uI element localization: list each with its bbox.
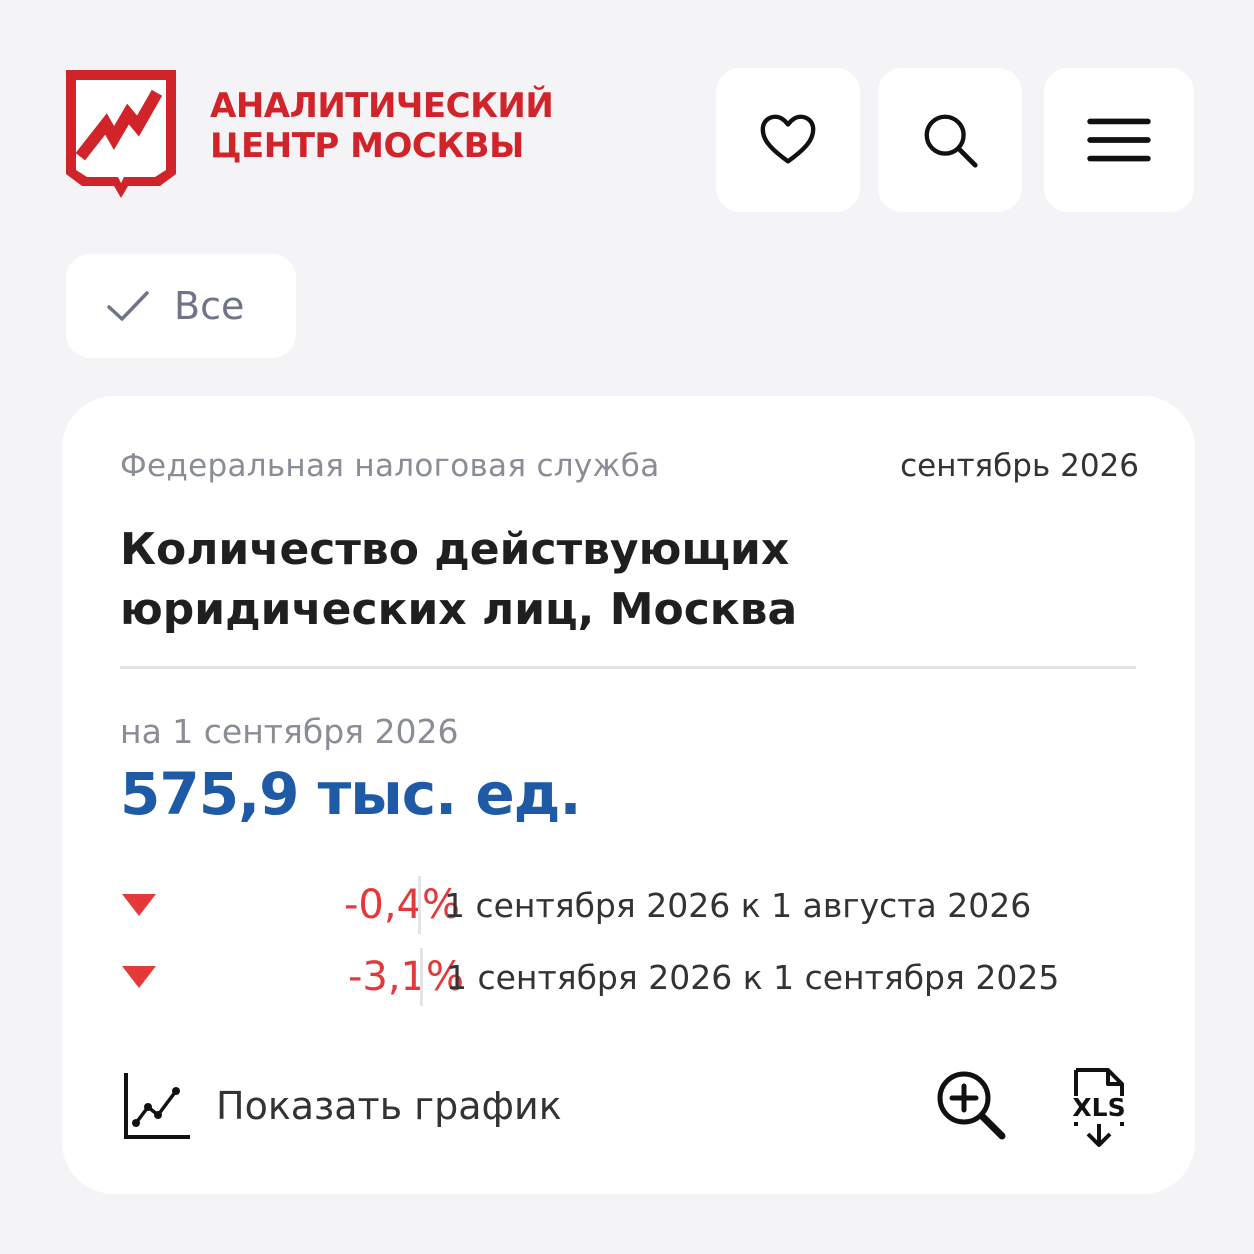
change-percent: -0,4% <box>343 882 460 928</box>
data-period: сентябрь 2026 <box>900 448 1139 484</box>
search-button[interactable] <box>878 68 1022 212</box>
menu-button[interactable] <box>1044 68 1194 212</box>
svg-text:XLS: XLS <box>1072 1093 1125 1122</box>
check-icon <box>107 291 149 321</box>
xls-download-icon[interactable]: XLS <box>1064 1066 1134 1150</box>
triangle-down-icon <box>122 966 156 988</box>
brand-name-line1: АНАЛИТИЧЕСКИЙ <box>210 86 554 126</box>
show-chart-button[interactable]: Показать график <box>122 1066 582 1146</box>
change-description: 1 сентября 2026 к 1 августа 2026 <box>444 886 1032 925</box>
heart-icon <box>760 114 816 164</box>
change-row: -3,1% 1 сентября 2026 к 1 сентября 2025 <box>120 948 1120 1010</box>
filter-all-chip[interactable]: Все <box>66 254 296 358</box>
indicator-title[interactable]: Количество действующих юридических лиц, … <box>120 520 1130 640</box>
value-date: на 1 сентября 2026 <box>120 712 459 751</box>
favorites-button[interactable] <box>716 68 860 212</box>
menu-icon <box>1087 118 1151 162</box>
indicator-card: Федеральная налоговая служба сентябрь 20… <box>62 396 1195 1194</box>
search-icon <box>924 114 978 168</box>
separator <box>418 876 421 934</box>
filter-all-label: Все <box>174 284 245 328</box>
line-chart-icon <box>124 1073 190 1139</box>
triangle-down-icon <box>122 894 156 916</box>
brand-logo[interactable]: АНАЛИТИЧЕСКИЙ ЦЕНТР МОСКВЫ <box>62 66 582 206</box>
change-description: 1 сентября 2026 к 1 сентября 2025 <box>446 958 1060 997</box>
zoom-in-icon[interactable] <box>934 1068 1008 1142</box>
data-source: Федеральная налоговая служба <box>120 448 660 484</box>
separator <box>420 948 423 1006</box>
divider <box>120 666 1136 669</box>
show-chart-label: Показать график <box>216 1084 562 1128</box>
indicator-value: 575,9 тыс. ед. <box>120 760 582 828</box>
shield-chart-logo-icon <box>66 70 176 198</box>
change-row: -0,4% 1 сентября 2026 к 1 августа 2026 <box>120 876 1120 938</box>
brand-name: АНАЛИТИЧЕСКИЙ ЦЕНТР МОСКВЫ <box>210 86 554 206</box>
brand-name-line2: ЦЕНТР МОСКВЫ <box>210 126 524 166</box>
